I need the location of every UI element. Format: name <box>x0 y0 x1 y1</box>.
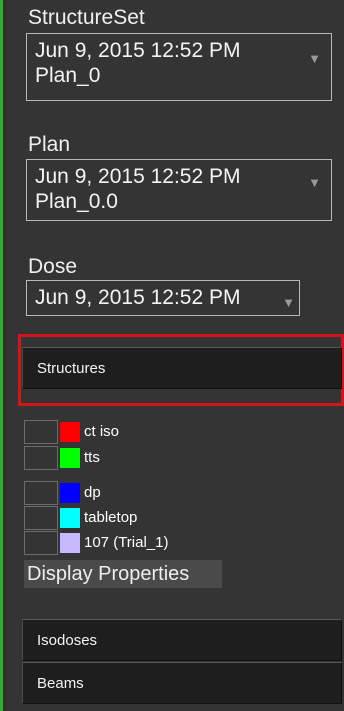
beams-header-button[interactable]: Beams <box>22 662 342 704</box>
structure-row: dp <box>24 481 264 505</box>
structure-checkbox[interactable] <box>24 506 58 530</box>
plan-select[interactable]: Jun 9, 2015 12:52 PM Plan_0.0 ▼ <box>26 159 332 221</box>
structure-checkbox[interactable] <box>24 446 58 470</box>
structure-row: ct iso <box>24 420 264 444</box>
structureset-name: Plan_0 <box>35 64 101 87</box>
structure-name: ct iso <box>84 423 120 440</box>
structure-color-swatch <box>60 448 80 468</box>
structure-checkbox[interactable] <box>24 481 58 505</box>
structure-row: tabletop <box>24 506 264 530</box>
structure-color-swatch <box>60 533 80 553</box>
structure-checkbox[interactable] <box>24 420 58 444</box>
plan-label: Plan <box>28 133 71 156</box>
dose-select[interactable]: Jun 9, 2015 12:52 PM ▼ <box>26 280 300 316</box>
structure-row: tts <box>24 446 264 470</box>
display-properties-link[interactable]: Display Properties <box>24 560 222 588</box>
structure-checkbox[interactable] <box>24 531 58 555</box>
panel-left-edge <box>0 0 6 711</box>
structure-name: tts <box>84 449 100 466</box>
dose-label: Dose <box>28 255 78 278</box>
structure-color-swatch <box>60 508 80 528</box>
isodoses-header-button[interactable]: Isodoses <box>22 619 342 661</box>
chevron-down-icon[interactable]: ▼ <box>308 46 321 71</box>
structure-name: dp <box>84 484 101 501</box>
structure-color-swatch <box>60 483 80 503</box>
structures-header-button[interactable]: Structures <box>22 347 342 389</box>
structureset-date: Jun 9, 2015 12:52 PM <box>35 39 241 62</box>
structureset-label: StructureSet <box>28 6 145 29</box>
structure-row: 107 (Trial_1) <box>24 531 264 555</box>
structure-name: tabletop <box>84 509 138 526</box>
structure-name: 107 (Trial_1) <box>84 534 169 551</box>
structureset-select[interactable]: Jun 9, 2015 12:52 PM Plan_0 ▼ <box>26 33 332 101</box>
chevron-down-icon[interactable]: ▼ <box>308 170 321 195</box>
chevron-down-icon[interactable]: ▼ <box>282 290 295 315</box>
plan-panel: StructureSet Jun 9, 2015 12:52 PM Plan_0… <box>0 0 344 711</box>
plan-date: Jun 9, 2015 12:52 PM <box>35 165 241 188</box>
structure-color-swatch <box>60 422 80 442</box>
dose-date: Jun 9, 2015 12:52 PM <box>35 286 241 309</box>
plan-name: Plan_0.0 <box>35 190 118 213</box>
